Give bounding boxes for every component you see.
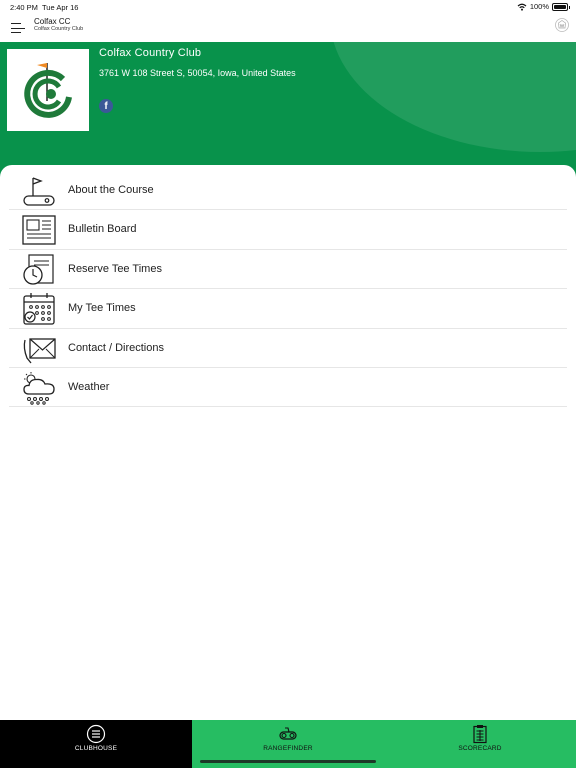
tab-label: RANGEFINDER bbox=[263, 745, 313, 752]
club-hero: Colfax Country Club 3761 W 108 Street S,… bbox=[0, 42, 576, 178]
tab-label: CLUBHOUSE bbox=[74, 745, 118, 752]
list-circle-icon bbox=[86, 724, 106, 744]
status-bar: 2:40 PM Tue Apr 16 100% bbox=[0, 0, 576, 14]
cloud-rain-icon bbox=[23, 371, 55, 405]
club-logo bbox=[7, 49, 89, 131]
golf-flag-icon bbox=[23, 177, 55, 206]
menu-item-my-tee-times[interactable]: My Tee Times bbox=[9, 289, 567, 329]
menu-label: About the Course bbox=[68, 184, 154, 196]
app-subtitle: Colfax Country Club bbox=[34, 26, 84, 32]
clock-calendar-icon bbox=[23, 254, 54, 285]
menu-item-bulletin-board[interactable]: Bulletin Board bbox=[9, 210, 567, 250]
golf-logo-icon bbox=[24, 63, 72, 118]
menu-item-weather[interactable]: Weather bbox=[9, 368, 567, 408]
calendar-check-icon bbox=[23, 293, 55, 325]
tab-clubhouse[interactable]: CLUBHOUSE bbox=[0, 720, 192, 768]
tab-label: SCORECARD bbox=[458, 745, 502, 752]
tab-scorecard[interactable]: SCORECARD bbox=[384, 720, 576, 768]
status-right: 100% bbox=[517, 2, 570, 11]
menu-label: Reserve Tee Times bbox=[68, 262, 162, 275]
wifi-icon bbox=[517, 3, 527, 11]
battery-icon bbox=[552, 2, 570, 11]
menu-label: Bulletin Board bbox=[68, 223, 137, 236]
battery-percent: 100% bbox=[529, 2, 549, 11]
club-address: 3761 W 108 Street S, 50054, Iowa, United… bbox=[99, 68, 296, 78]
club-badge-icon[interactable] bbox=[554, 17, 570, 33]
menu-icon[interactable] bbox=[11, 23, 25, 34]
golf-cart-icon bbox=[279, 727, 297, 740]
menu-item-contact-directions[interactable]: Contact / Directions bbox=[9, 329, 567, 368]
top-bar: Colfax CC Colfax Country Club bbox=[0, 14, 576, 42]
menu-item-reserve-tee-times[interactable]: Reserve Tee Times bbox=[9, 250, 567, 290]
menu-item-about-course[interactable]: About the Course bbox=[9, 171, 567, 211]
menu-label: Weather bbox=[68, 380, 110, 393]
hero-decoration bbox=[330, 42, 576, 152]
facebook-icon[interactable]: f bbox=[99, 99, 113, 113]
home-indicator bbox=[200, 760, 376, 763]
status-date: Tue Apr 16 bbox=[42, 3, 79, 12]
app-title: Colfax CC bbox=[34, 17, 71, 26]
scorecard-icon bbox=[473, 725, 487, 744]
newspaper-icon bbox=[22, 215, 56, 246]
club-name: Colfax Country Club bbox=[99, 47, 202, 59]
menu-panel: About the Course Bulletin Board Reserve … bbox=[0, 165, 576, 720]
menu-label: My Tee Times bbox=[68, 302, 136, 315]
status-time: 2:40 PM bbox=[10, 3, 38, 12]
envelope-icon bbox=[23, 337, 56, 363]
main-menu: About the Course Bulletin Board Reserve … bbox=[9, 171, 567, 408]
menu-label: Contact / Directions bbox=[68, 341, 164, 354]
